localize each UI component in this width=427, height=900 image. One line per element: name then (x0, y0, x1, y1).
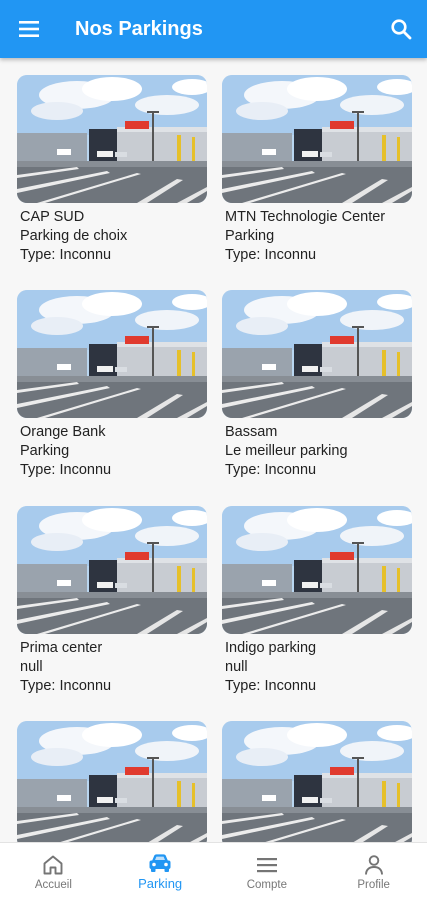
parking-description: Parking (20, 443, 70, 459)
parking-type: Type: Inconnu (225, 678, 317, 694)
bottom-navigation: Accueil Parking Compte Profile (0, 842, 427, 900)
parking-name: Indigo parking (225, 640, 317, 656)
parking-type: Type: Inconnu (20, 678, 112, 694)
parking-description: null (225, 659, 248, 675)
parking-type: Type: Inconnu (20, 462, 112, 478)
parking-name: Bassam (225, 424, 278, 440)
parking-description: null (20, 659, 43, 675)
parking-card[interactable] (17, 721, 207, 842)
nav-item-profile[interactable]: Profile (320, 843, 427, 900)
parking-photo (17, 721, 207, 842)
parking-photo (222, 721, 412, 842)
parking-photo (222, 75, 412, 203)
nav-label: Accueil (34, 878, 72, 891)
nav-label: Compte (246, 878, 288, 891)
person-icon (364, 854, 383, 875)
parking-photo (222, 506, 412, 634)
search-icon[interactable] (375, 0, 427, 58)
parking-grid: CAP SUD Parking de choix Type: Inconnu M… (0, 58, 427, 842)
nav-label: Profile (357, 878, 390, 891)
parking-name: Orange Bank (20, 424, 106, 440)
parking-type: Type: Inconnu (225, 462, 317, 478)
parking-card[interactable]: Orange Bank Parking Type: Inconnu (17, 290, 207, 480)
parking-photo (17, 290, 207, 418)
parking-description: Le meilleur parking (225, 443, 348, 459)
nav-item-parking[interactable]: Parking (107, 843, 214, 900)
parking-name: Prima center (20, 640, 103, 656)
parking-photo (222, 290, 412, 418)
hamburger-menu-icon[interactable] (0, 0, 60, 58)
page-title: Nos Parkings (75, 17, 203, 40)
home-icon (43, 855, 63, 874)
parking-description: Parking (225, 228, 275, 244)
parking-name: CAP SUD (20, 209, 85, 225)
nav-item-compte[interactable]: Compte (214, 843, 321, 900)
parking-type: Type: Inconnu (225, 247, 317, 263)
parking-card[interactable] (222, 721, 412, 842)
parking-photo (17, 75, 207, 203)
list-icon (256, 857, 277, 872)
parking-card[interactable]: Prima center null Type: Inconnu (17, 506, 207, 696)
nav-label: Parking (138, 876, 183, 891)
app-bar: Nos Parkings (0, 0, 427, 58)
parking-name: MTN Technologie Center (225, 209, 386, 225)
nav-item-accueil[interactable]: Accueil (0, 843, 107, 900)
parking-photo (17, 506, 207, 634)
parking-card[interactable]: Bassam Le meilleur parking Type: Inconnu (222, 290, 412, 480)
car-icon (149, 854, 171, 872)
parking-card[interactable]: MTN Technologie Center Parking Type: Inc… (222, 75, 412, 265)
parking-description: Parking de choix (20, 228, 128, 244)
parking-card[interactable]: Indigo parking null Type: Inconnu (222, 506, 412, 696)
parking-card[interactable]: CAP SUD Parking de choix Type: Inconnu (17, 75, 207, 265)
parking-type: Type: Inconnu (20, 247, 112, 263)
